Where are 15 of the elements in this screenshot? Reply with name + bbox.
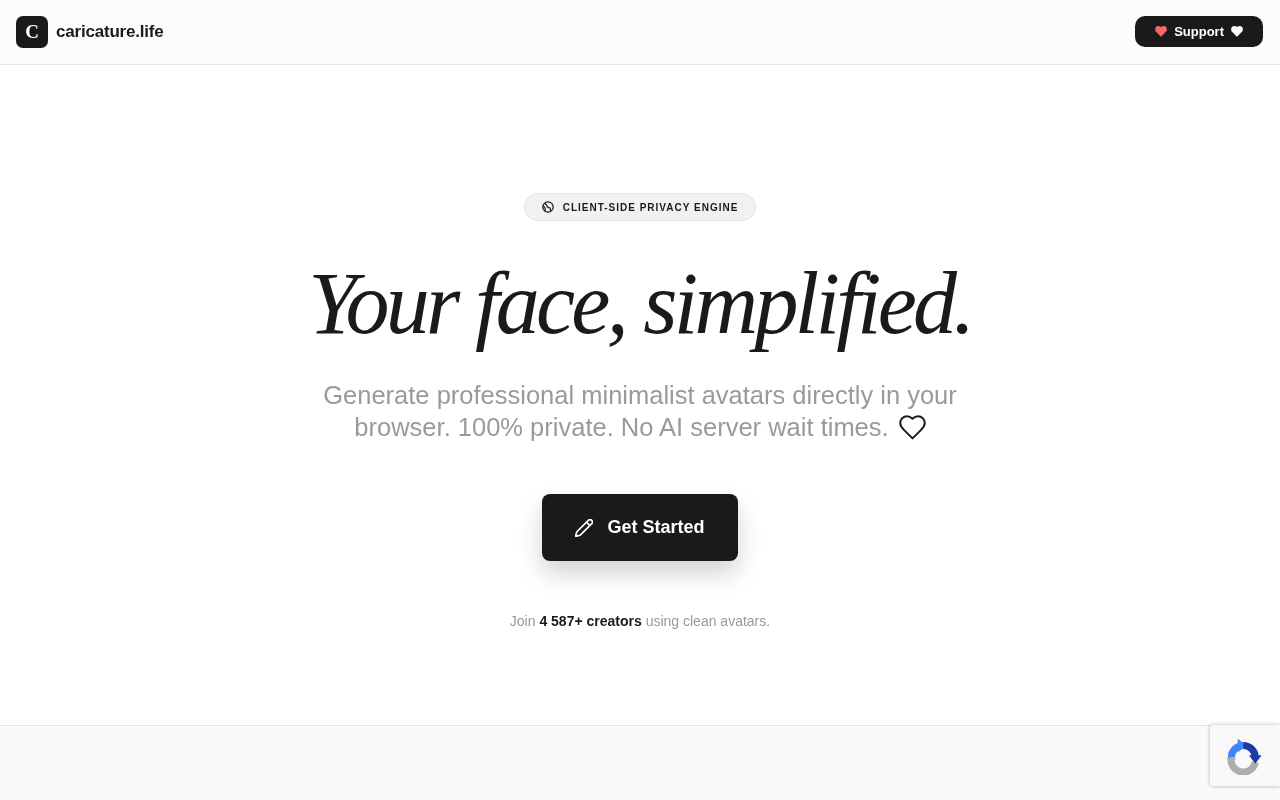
heart-icon: [1231, 26, 1243, 37]
hero-subtitle-line: browser. 100% private. No AI server wait times.: [354, 412, 889, 443]
social-proof-text: Join 4 587+ creators using clean avatars.: [509, 612, 771, 631]
brand-name-link[interactable]: caricature.life: [56, 21, 164, 42]
support-button[interactable]: Support: [1135, 16, 1263, 47]
logo-mark[interactable]: C: [16, 15, 48, 48]
heart-icon: [1155, 26, 1168, 37]
circular-arrows-icon: [1225, 736, 1263, 775]
heart-outline-icon: [898, 414, 926, 440]
globe-icon: [541, 201, 554, 213]
pencil-icon: [575, 518, 594, 537]
hero-title: Your face, simplified.: [308, 254, 972, 354]
privacy-engine-label: CLIENT-SIDE PRIVACY ENGINE: [562, 201, 739, 213]
get-started-button[interactable]: Get Started: [542, 494, 738, 561]
hero-subtitle-line: Generate professional minimalist avatars directly in your: [323, 380, 957, 411]
